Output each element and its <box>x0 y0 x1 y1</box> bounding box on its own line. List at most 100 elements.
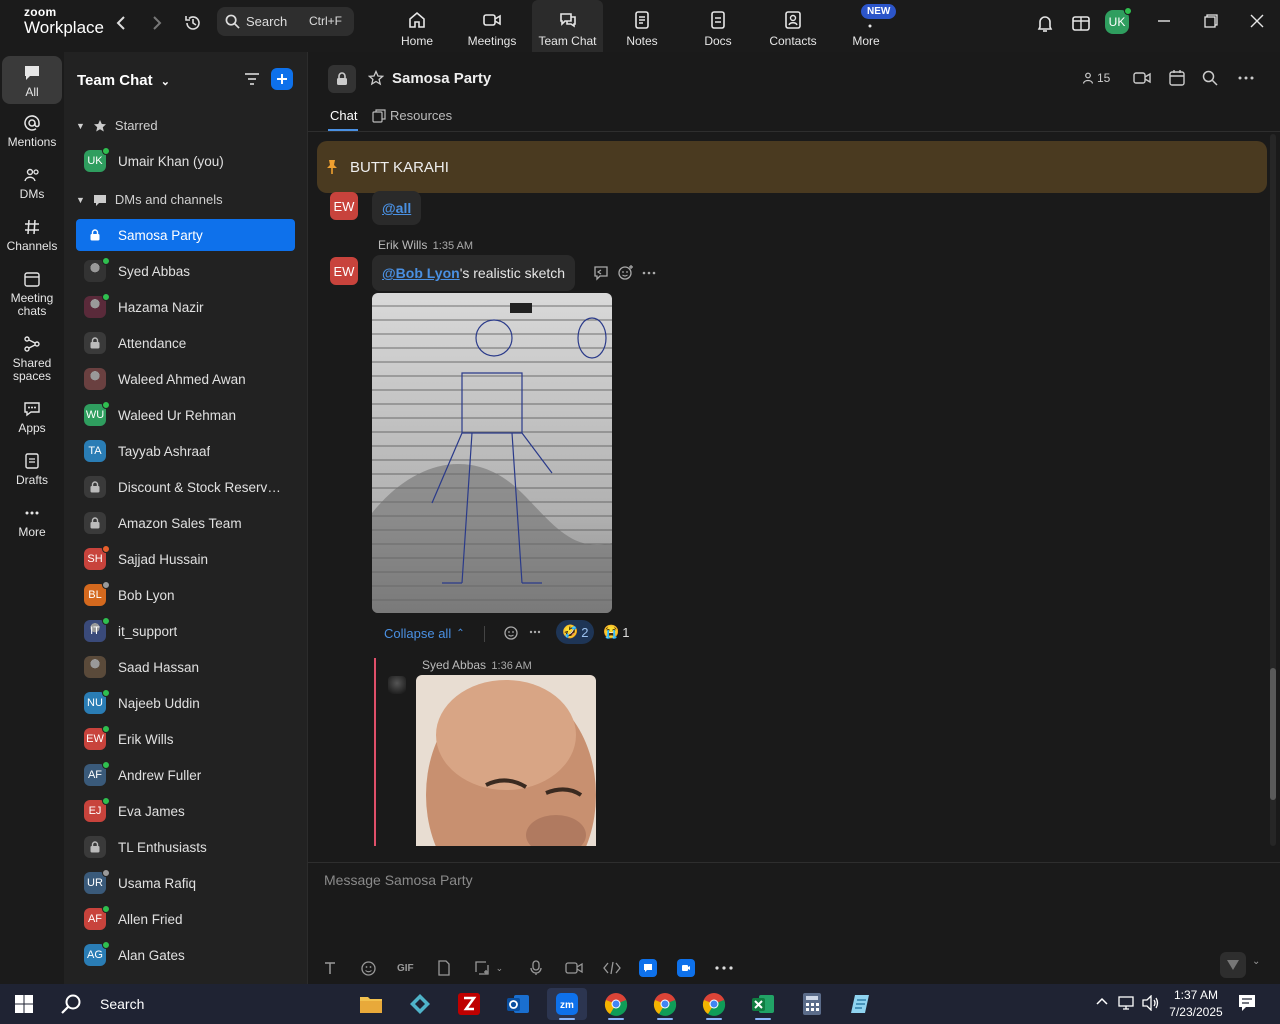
avatar[interactable]: EW <box>330 257 358 285</box>
outlook-icon[interactable] <box>498 988 538 1020</box>
sidebar-item-waleed-ur-rehman[interactable]: WU Waleed Ur Rehman <box>76 399 295 431</box>
avatar[interactable]: EW <box>330 192 358 220</box>
taskbar-search[interactable]: Search <box>48 988 348 1020</box>
notifications-icon[interactable] <box>1238 994 1256 1012</box>
reply-photo[interactable] <box>416 675 596 846</box>
more-options-icon[interactable] <box>1238 76 1254 80</box>
text-format-icon[interactable] <box>322 960 338 976</box>
rail-all[interactable]: All <box>2 56 62 104</box>
back-arrow-icon[interactable] <box>110 12 132 34</box>
message-author[interactable]: Erik Wills <box>378 238 427 252</box>
message-input[interactable]: Message Samosa Party <box>324 872 1224 932</box>
tab-contacts[interactable]: Contacts <box>766 0 820 52</box>
pinned-message-banner[interactable]: BUTT KARAHI <box>317 141 1267 193</box>
tab-meetings[interactable]: Meetings <box>462 0 522 52</box>
chevron-down-icon[interactable]: ⌄ <box>496 963 504 974</box>
reply-author[interactable]: Syed Abbas <box>422 658 486 672</box>
tab-docs[interactable]: Docs <box>696 0 740 52</box>
sidebar-item-it-support[interactable]: IT it_support <box>76 615 295 647</box>
restore-icon[interactable] <box>1204 14 1218 28</box>
sidebar-item-erik-wills[interactable]: EW Erik Wills <box>76 723 295 755</box>
filezilla-icon[interactable] <box>449 988 489 1020</box>
sidebar-item-usama-rafiq[interactable]: UR Usama Rafiq <box>76 867 295 899</box>
reaction-more-icon[interactable] <box>529 630 541 634</box>
close-icon[interactable] <box>1250 14 1264 28</box>
rail-shared-spaces[interactable]: Shared spaces <box>2 335 62 383</box>
new-chat-button[interactable] <box>271 68 293 90</box>
app-diamond-icon[interactable] <box>400 988 440 1020</box>
minimize-icon[interactable] <box>1157 14 1171 28</box>
notepad-icon[interactable] <box>841 988 881 1020</box>
rail-drafts[interactable]: Drafts <box>2 452 62 487</box>
tab-notes[interactable]: Notes <box>620 0 664 52</box>
sidebar-item-tayyab-ashraaf[interactable]: TA Tayyab Ashraaf <box>76 435 295 467</box>
sidebar-item-sajjad-hussain[interactable]: SH Sajjad Hussain <box>76 543 295 575</box>
reaction-crying[interactable]: 😭 1 <box>599 620 633 644</box>
rail-channels[interactable]: Channels <box>2 218 62 253</box>
message-bubble[interactable]: @all <box>372 191 422 225</box>
calendar-icon[interactable] <box>1168 69 1186 87</box>
microphone-icon[interactable] <box>529 960 543 976</box>
windows-start-icon[interactable] <box>4 988 44 1020</box>
chrome-icon[interactable] <box>596 988 636 1020</box>
star-outline-icon[interactable] <box>368 70 384 86</box>
sidebar-item-syed-abbas[interactable]: Syed Abbas <box>76 255 295 287</box>
section-starred[interactable]: ▼ Starred <box>76 118 158 133</box>
message-bubble[interactable]: @Bob Lyon 's realistic sketch <box>372 255 576 291</box>
channel-title[interactable]: Samosa Party <box>392 70 491 87</box>
tab-chat[interactable]: Chat <box>330 108 357 123</box>
file-explorer-icon[interactable] <box>351 988 391 1020</box>
sidebar-item-allen-fried[interactable]: AF Allen Fried <box>76 903 295 935</box>
sidebar-item-waleed-ahmed-awan[interactable]: Waleed Ahmed Awan <box>76 363 295 395</box>
file-icon[interactable] <box>436 960 452 976</box>
sidebar-item-discount-stock-reservati[interactable]: Discount & Stock Reservati... <box>76 471 295 503</box>
rail-apps[interactable]: Apps <box>2 400 62 435</box>
sidebar-item-tl-enthusiasts[interactable]: TL Enthusiasts <box>76 831 295 863</box>
sidebar-title[interactable]: Team Chat ⌄ <box>77 72 170 89</box>
collapse-all-button[interactable]: Collapse all ⌃ <box>384 626 465 641</box>
sidebar-item-umair-khan[interactable]: UK Umair Khan (you) <box>76 145 295 177</box>
add-reaction-icon[interactable] <box>617 264 634 281</box>
reaction-rofl[interactable]: 🤣 2 <box>556 620 595 644</box>
mention-bob-lyon[interactable]: @Bob Lyon <box>382 265 460 281</box>
gif-button[interactable]: GIF <box>397 963 414 974</box>
sidebar-item-eva-james[interactable]: EJ Eva James <box>76 795 295 827</box>
video-message-icon[interactable] <box>565 961 583 975</box>
sidebar-item-saad-hassan[interactable]: Saad Hassan <box>76 651 295 683</box>
sidebar-item-amazon-sales-team[interactable]: Amazon Sales Team <box>76 507 295 539</box>
reply-thread-icon[interactable] <box>593 265 609 281</box>
filter-icon[interactable] <box>244 71 260 87</box>
search-icon[interactable] <box>1202 70 1218 86</box>
app-chat-icon[interactable] <box>639 959 658 977</box>
network-icon[interactable] <box>1118 995 1136 1011</box>
sidebar-item-bob-lyon[interactable]: BL Bob Lyon <box>76 579 295 611</box>
code-icon[interactable] <box>603 961 622 975</box>
send-button[interactable] <box>1220 952 1246 978</box>
sidebar-item-attendance[interactable]: Attendance <box>76 327 295 359</box>
app-zoom-icon[interactable] <box>677 959 696 977</box>
history-icon[interactable] <box>182 12 204 34</box>
zoom-taskbar-icon[interactable]: zm <box>547 988 587 1020</box>
sidebar-item-hazama-nazir[interactable]: Hazama Nazir <box>76 291 295 323</box>
add-reaction-icon[interactable] <box>503 624 520 641</box>
section-dms-channels[interactable]: ▼ DMs and channels <box>76 192 223 207</box>
member-count[interactable]: 15 <box>1082 71 1110 85</box>
calculator-icon[interactable] <box>792 988 832 1020</box>
mention-all[interactable]: @all <box>382 200 411 216</box>
tab-resources[interactable]: Resources <box>372 108 452 123</box>
excel-icon[interactable] <box>743 988 783 1020</box>
emoji-icon[interactable] <box>360 960 377 977</box>
calendar-gift-icon[interactable] <box>1070 12 1092 34</box>
rail-mentions[interactable]: Mentions <box>2 114 62 149</box>
rail-more[interactable]: More <box>2 504 62 539</box>
taskbar-clock[interactable]: 1:37 AM 7/23/2025 <box>1166 987 1226 1021</box>
forward-arrow-icon[interactable] <box>146 12 168 34</box>
search-box[interactable]: Search Ctrl+F <box>217 7 354 36</box>
screenshot-icon[interactable] <box>474 960 490 976</box>
tab-team-chat[interactable]: Team Chat <box>532 0 603 52</box>
send-options-chevron-icon[interactable]: ⌄ <box>1252 956 1260 967</box>
rail-dms[interactable]: DMs <box>2 166 62 201</box>
volume-icon[interactable] <box>1142 995 1160 1011</box>
sidebar-item-samosa-party[interactable]: Samosa Party <box>76 219 295 251</box>
sidebar-item-alan-gates[interactable]: AG Alan Gates <box>76 939 295 971</box>
